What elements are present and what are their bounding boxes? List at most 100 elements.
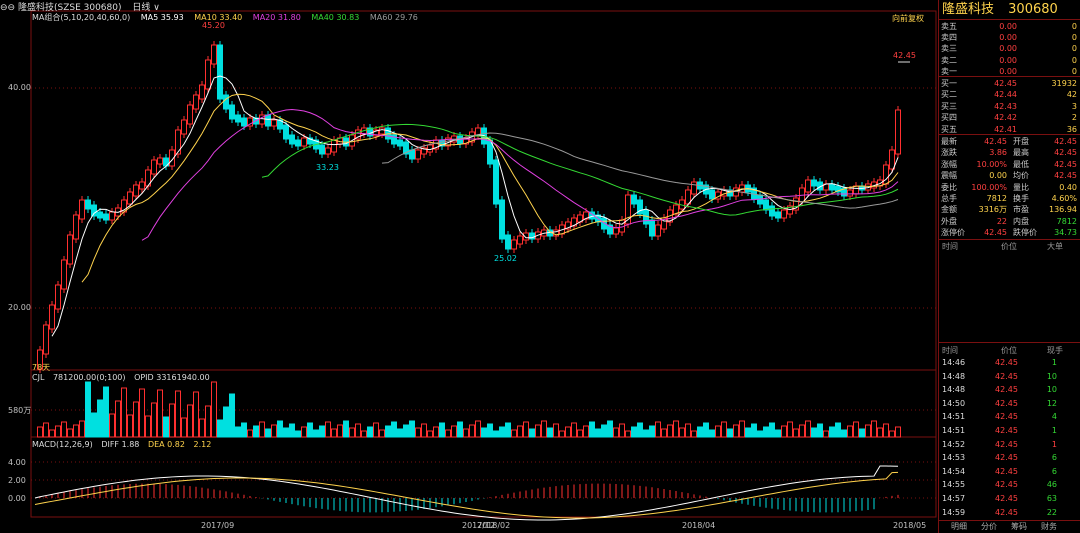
candle-body xyxy=(61,259,67,290)
menu-icon[interactable]: ⊖⊖ xyxy=(0,3,15,13)
volume-bar xyxy=(307,422,313,438)
tab-chips[interactable]: 筹码 xyxy=(1011,521,1027,532)
candle-body xyxy=(517,235,523,245)
candle-body xyxy=(241,117,247,127)
volume-bar xyxy=(763,426,769,438)
volume-bar xyxy=(577,429,583,438)
trade-price: 42.45 xyxy=(995,385,1018,395)
trade-price: 42.45 xyxy=(995,507,1018,517)
trade-row[interactable]: 14:59 42.45 22 xyxy=(939,506,1079,520)
volume-bar xyxy=(595,428,601,438)
candle-body xyxy=(781,209,787,219)
volume-bar xyxy=(655,421,661,438)
stat-label: 最低 xyxy=(1013,159,1029,169)
trade-row[interactable]: 14:54 42.45 6 xyxy=(939,465,1079,479)
candle-body xyxy=(709,189,715,200)
bid-row[interactable]: 买一 42.45 31932 xyxy=(939,78,1079,89)
restore-label[interactable]: 向前复权 xyxy=(892,13,924,24)
macd-diff: DIFF 1.88 xyxy=(101,440,140,449)
trade-row[interactable]: 14:48 42.45 10 xyxy=(939,370,1079,384)
volume-bar xyxy=(499,426,505,438)
trade-time: 14:48 xyxy=(942,371,966,381)
stat-label: 换手 xyxy=(1013,194,1029,203)
candle-body xyxy=(319,144,325,155)
trade-row[interactable]: 14:51 42.45 1 xyxy=(939,424,1079,438)
volume-bar xyxy=(85,381,91,438)
stat-label: 最高 xyxy=(1013,148,1029,158)
volume-label[interactable]: CJL xyxy=(32,373,44,382)
ask-price: 0.00 xyxy=(999,44,1017,54)
trade-volume: 6 xyxy=(1051,466,1057,476)
volume-bar xyxy=(469,424,475,438)
candle-body xyxy=(325,147,331,155)
candle-body xyxy=(205,59,211,90)
volume-bar xyxy=(823,430,829,438)
tab-detail[interactable]: 明细 xyxy=(951,521,967,532)
volume-bar xyxy=(175,390,181,438)
ma40-legend: MA40 30.83 xyxy=(311,13,360,22)
candle-body xyxy=(157,157,163,165)
trade-row[interactable]: 14:55 42.45 46 xyxy=(939,478,1079,492)
trade-row[interactable]: 14:57 42.45 63 xyxy=(939,492,1079,506)
volume-bar xyxy=(775,429,781,438)
ask-row[interactable]: 卖五 0.00 0 xyxy=(939,21,1079,32)
candle-body xyxy=(43,324,49,355)
volume-bar xyxy=(415,427,421,438)
trade-row[interactable]: 14:50 42.45 12 xyxy=(939,397,1079,411)
ask-row[interactable]: 卖三 0.00 0 xyxy=(939,43,1079,54)
trade-row[interactable]: 14:53 42.45 6 xyxy=(939,451,1079,465)
date-tick-3: 2018/02 xyxy=(477,521,511,530)
volume-bar xyxy=(799,424,805,438)
tab-finance[interactable]: 财务 xyxy=(1041,521,1057,532)
ask-price: 0.00 xyxy=(999,33,1017,43)
volume-bar xyxy=(643,429,649,438)
volume-bar xyxy=(331,428,337,438)
trade-row[interactable]: 14:46 42.45 1 xyxy=(939,356,1079,370)
candle-body xyxy=(613,227,619,235)
volume-bar xyxy=(223,406,229,438)
ma60-legend: MA60 29.76 xyxy=(369,13,418,22)
volume-bar xyxy=(403,424,409,438)
stat-value: 10.00% xyxy=(976,159,1007,169)
ma-group-label[interactable]: MA组合(5,10,20,40,60,0) xyxy=(32,13,130,22)
volume-bar xyxy=(727,428,733,438)
stat-label: 委比 xyxy=(941,182,957,192)
candle-body xyxy=(49,304,55,330)
chart-canvas[interactable] xyxy=(0,0,937,533)
candle-body xyxy=(895,109,901,155)
volume-bar xyxy=(619,423,625,438)
last-annotation: 42.45 xyxy=(893,51,916,60)
macd-label[interactable]: MACD(12,26,9) xyxy=(32,440,93,449)
price-tick-20: 20.00 xyxy=(8,303,31,312)
candle-body xyxy=(211,44,217,65)
bid-row[interactable]: 买三 42.43 3 xyxy=(939,101,1079,112)
trade-row[interactable]: 14:52 42.45 1 xyxy=(939,438,1079,452)
candle-body xyxy=(331,139,337,153)
candle-body xyxy=(139,181,145,190)
volume-bar xyxy=(517,425,523,438)
volume-bar xyxy=(193,391,199,438)
ask-row[interactable]: 卖四 0.00 0 xyxy=(939,32,1079,43)
volume-bar xyxy=(61,421,67,438)
volume-bar xyxy=(283,427,289,438)
candle-body xyxy=(457,135,463,145)
volume-bar xyxy=(163,416,169,438)
trade-row[interactable]: 14:51 42.45 4 xyxy=(939,410,1079,424)
candle-body xyxy=(397,139,403,147)
volume-bar xyxy=(355,423,361,438)
bid-row[interactable]: 买四 42.42 2 xyxy=(939,112,1079,123)
ma-legend: MA组合(5,10,20,40,60,0) MA5 35.93 MA10 33.… xyxy=(32,12,426,24)
volume-bar xyxy=(703,422,709,438)
volume-bar xyxy=(391,421,397,438)
quote-panel: 隆盛科技 300680 卖五 0.00 0 卖四 0.00 0 卖三 0.00 0 卖二 0.00 0… xyxy=(938,0,1080,533)
volume-bar xyxy=(841,429,847,438)
tab-price[interactable]: 分价 xyxy=(981,521,997,532)
ask-row[interactable]: 卖二 0.00 0 xyxy=(939,55,1079,66)
macd-dea-line xyxy=(34,471,899,519)
bid-row[interactable]: 买二 42.44 42 xyxy=(939,89,1079,100)
volume-bar xyxy=(427,430,433,438)
trade-price: 42.45 xyxy=(995,453,1018,463)
trade-row[interactable]: 14:48 42.45 10 xyxy=(939,383,1079,397)
volume-bar xyxy=(781,425,787,438)
candle-body xyxy=(499,199,505,240)
